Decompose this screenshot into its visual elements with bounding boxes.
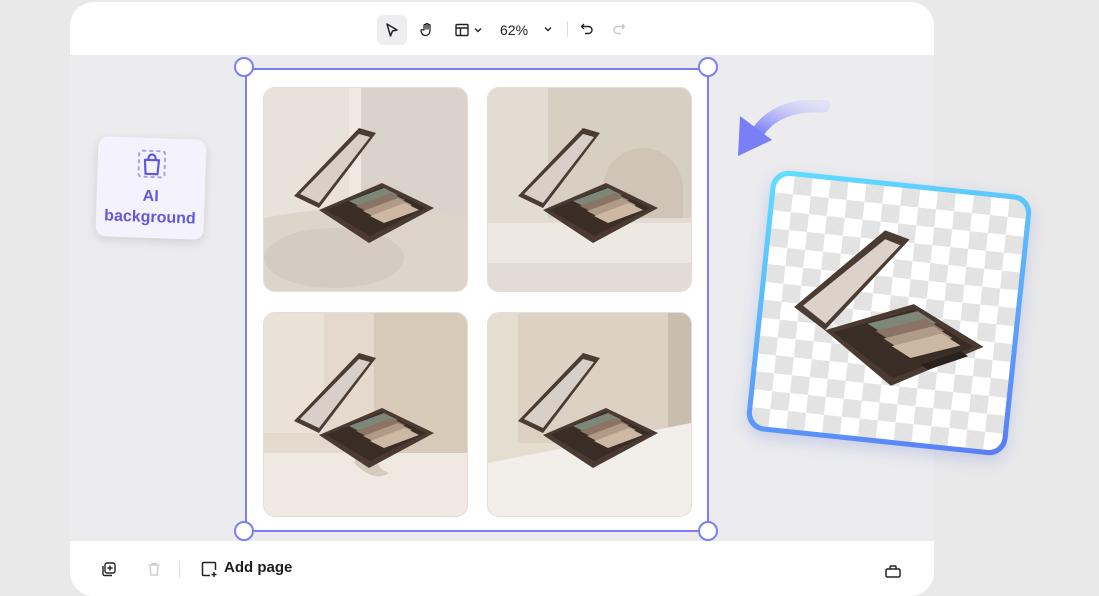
undo-icon bbox=[580, 23, 593, 35]
chevron-down-icon bbox=[544, 27, 552, 32]
product-image-2[interactable] bbox=[487, 87, 692, 292]
layout-dropdown-button[interactable] bbox=[450, 15, 486, 45]
cursor-arrow-icon bbox=[386, 23, 398, 37]
add-page-icon-wrap[interactable] bbox=[198, 558, 220, 580]
resize-handle-bottom-right[interactable] bbox=[698, 521, 718, 541]
collapse-panel-button[interactable] bbox=[882, 559, 904, 581]
tray-icon bbox=[885, 565, 901, 578]
ai-label-line2: background bbox=[103, 207, 197, 228]
undo-button[interactable] bbox=[576, 17, 598, 41]
bottom-divider bbox=[179, 561, 180, 578]
add-page-icon bbox=[201, 561, 217, 577]
hand-tool-button[interactable] bbox=[412, 15, 442, 45]
ai-background-card[interactable]: AI background bbox=[95, 136, 207, 240]
add-page-button[interactable]: Add page bbox=[224, 559, 292, 576]
product-cutout-image bbox=[794, 230, 984, 386]
resize-handle-bottom-left[interactable] bbox=[234, 521, 254, 541]
shopping-bag-icon bbox=[137, 149, 167, 179]
trash-icon bbox=[148, 562, 160, 576]
delete-page-button[interactable] bbox=[143, 558, 165, 580]
layout-icon bbox=[454, 23, 469, 37]
resize-handle-top-left[interactable] bbox=[234, 57, 254, 77]
transparent-background bbox=[750, 174, 1028, 452]
product-image-3[interactable] bbox=[263, 312, 468, 517]
chevron-down-icon bbox=[474, 28, 481, 33]
bottom-toolbar: Add page bbox=[70, 541, 934, 596]
redo-icon bbox=[613, 23, 626, 35]
duplicate-page-button[interactable] bbox=[98, 558, 120, 580]
toolbar-divider bbox=[567, 21, 568, 37]
curved-arrow-icon bbox=[738, 100, 831, 156]
duplicate-icon bbox=[102, 562, 116, 577]
product-image-1[interactable] bbox=[263, 87, 468, 292]
select-tool-button[interactable] bbox=[377, 15, 407, 45]
zoom-dropdown-button[interactable] bbox=[540, 20, 556, 38]
resize-handle-top-right[interactable] bbox=[698, 57, 718, 77]
top-toolbar: 62% bbox=[70, 2, 934, 55]
zoom-level[interactable]: 62% bbox=[500, 22, 528, 38]
hand-icon bbox=[420, 22, 431, 37]
transparent-cutout-card[interactable] bbox=[745, 169, 1033, 457]
ai-background-label: AI background bbox=[96, 184, 205, 230]
product-image-4[interactable] bbox=[487, 312, 692, 517]
redo-button[interactable] bbox=[608, 17, 630, 41]
